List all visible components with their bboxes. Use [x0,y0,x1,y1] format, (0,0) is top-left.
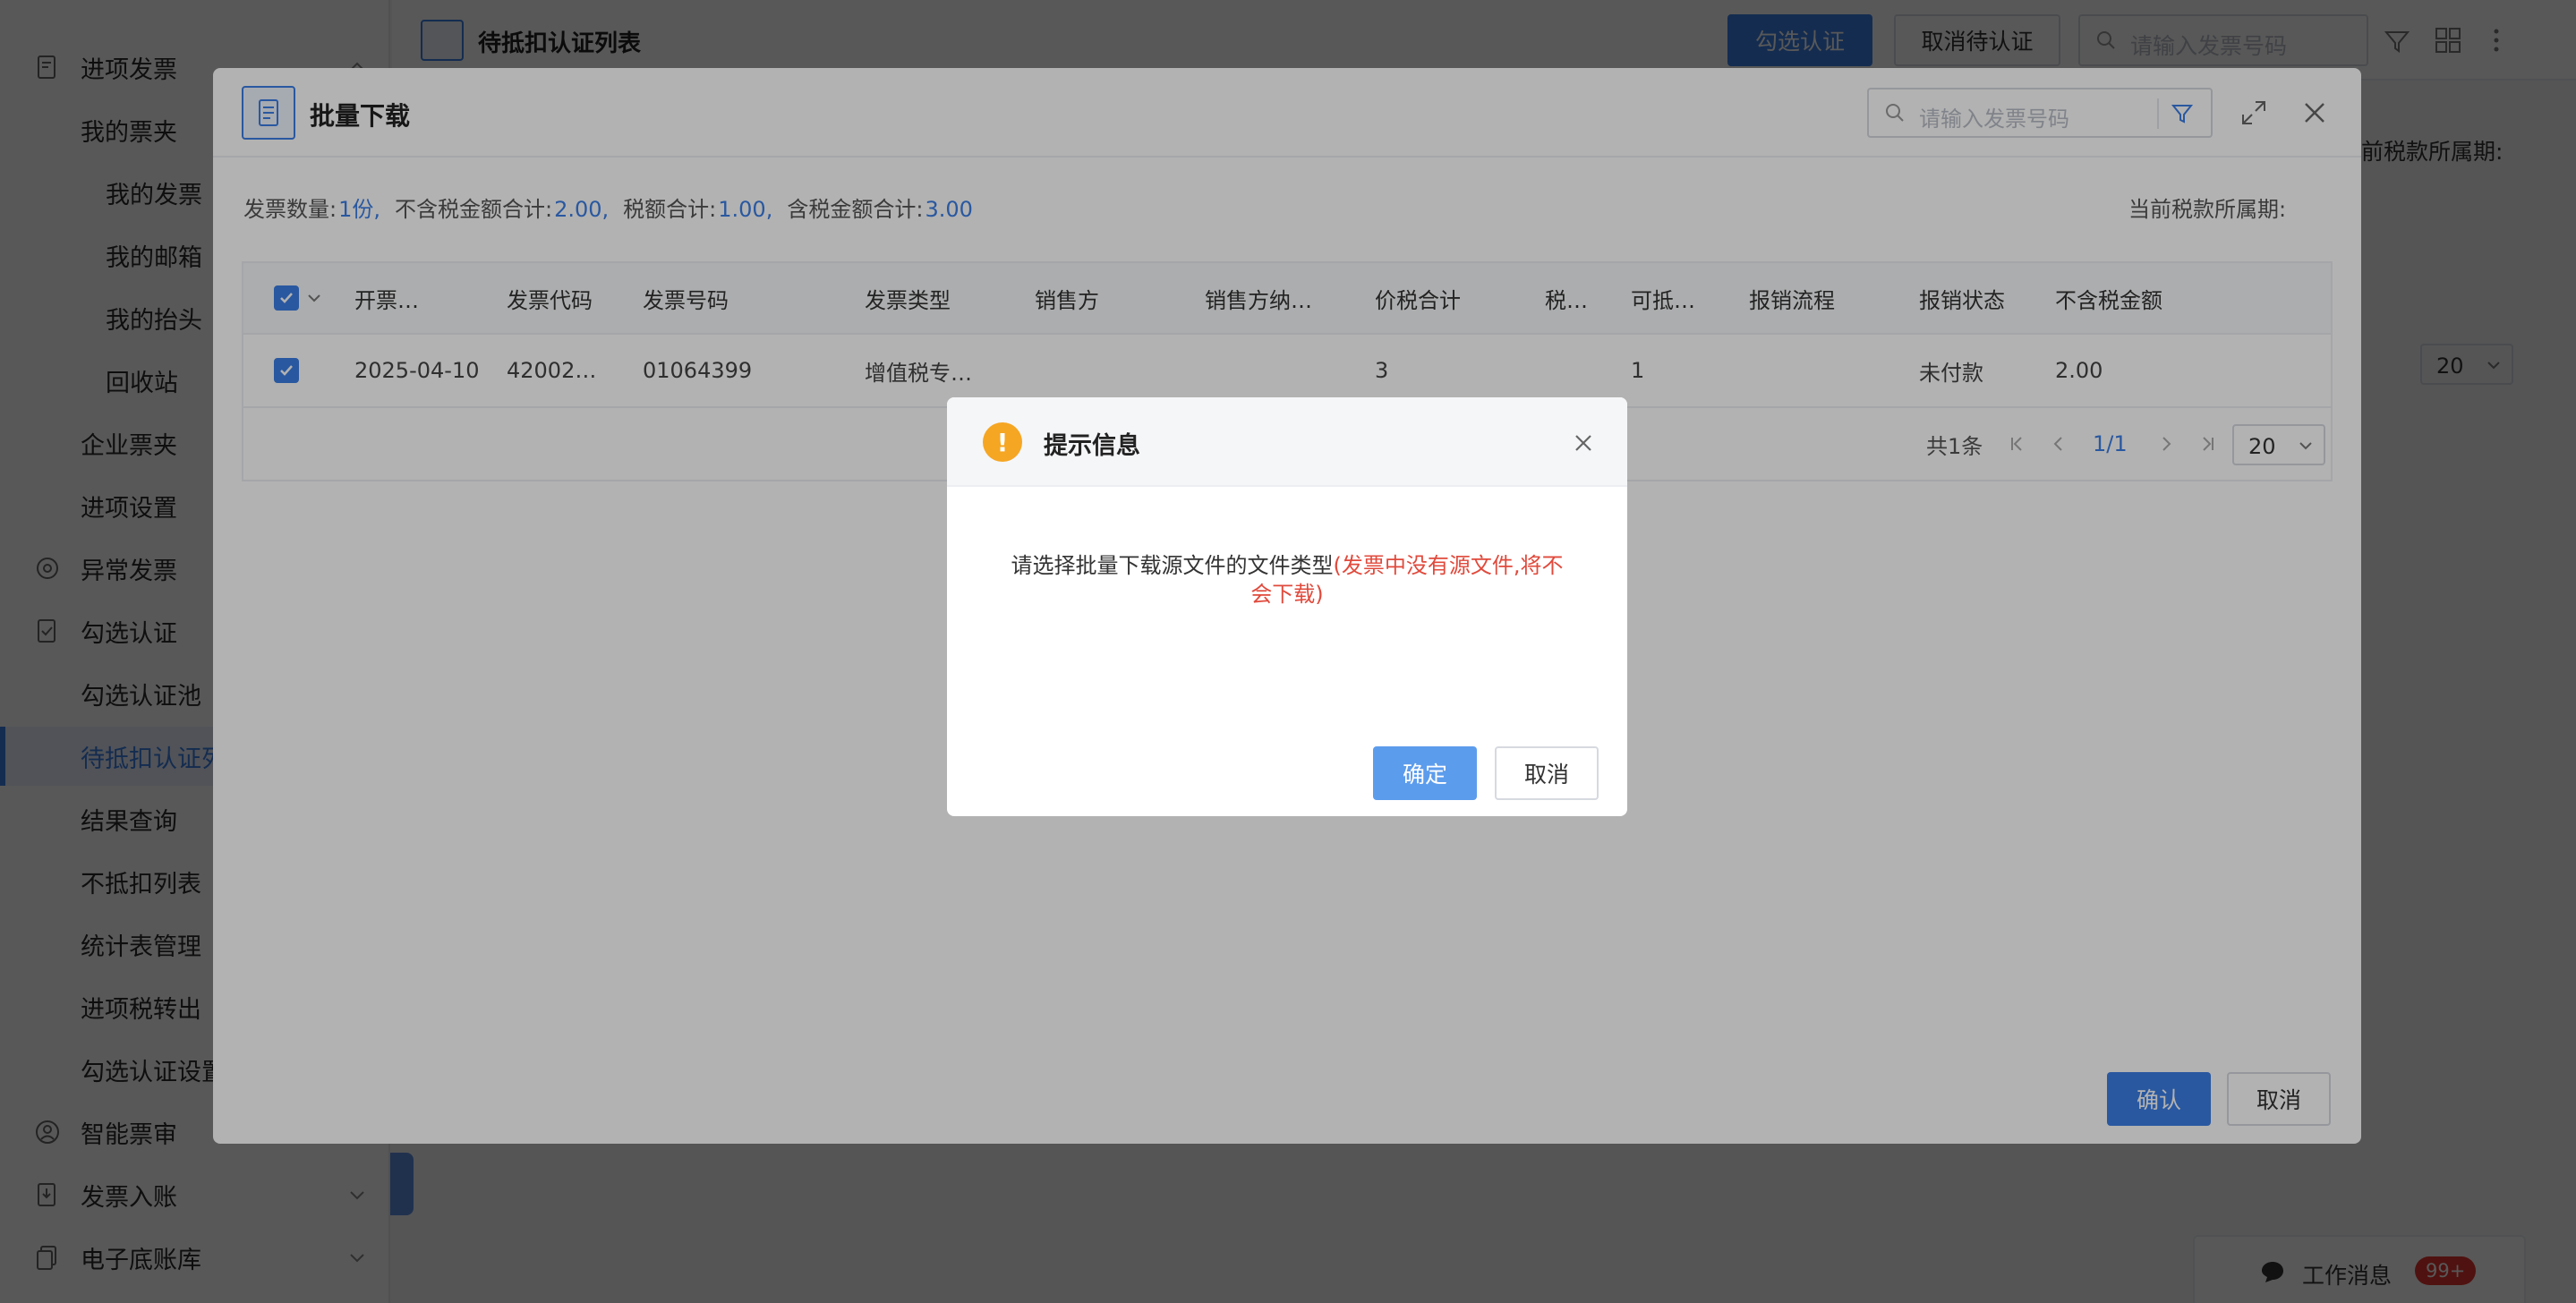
dialog-header: ! 提示信息 [947,397,1627,487]
warning-icon: ! [983,422,1022,462]
message-text: 请选择批量下载源文件的文件类型 [1011,553,1334,578]
close-icon[interactable] [1570,430,1597,456]
file-type-dialog: ! 提示信息 请选择批量下载源文件的文件类型(发票中没有源文件,将不会下载) p… [947,397,1627,816]
dialog-message: 请选择批量下载源文件的文件类型(发票中没有源文件,将不会下载) [1001,551,1574,609]
dialog-title: 提示信息 [1044,432,1140,460]
dialog-cancel-button[interactable]: 取消 [1495,746,1599,800]
ok-button[interactable]: 确定 [1373,746,1477,800]
